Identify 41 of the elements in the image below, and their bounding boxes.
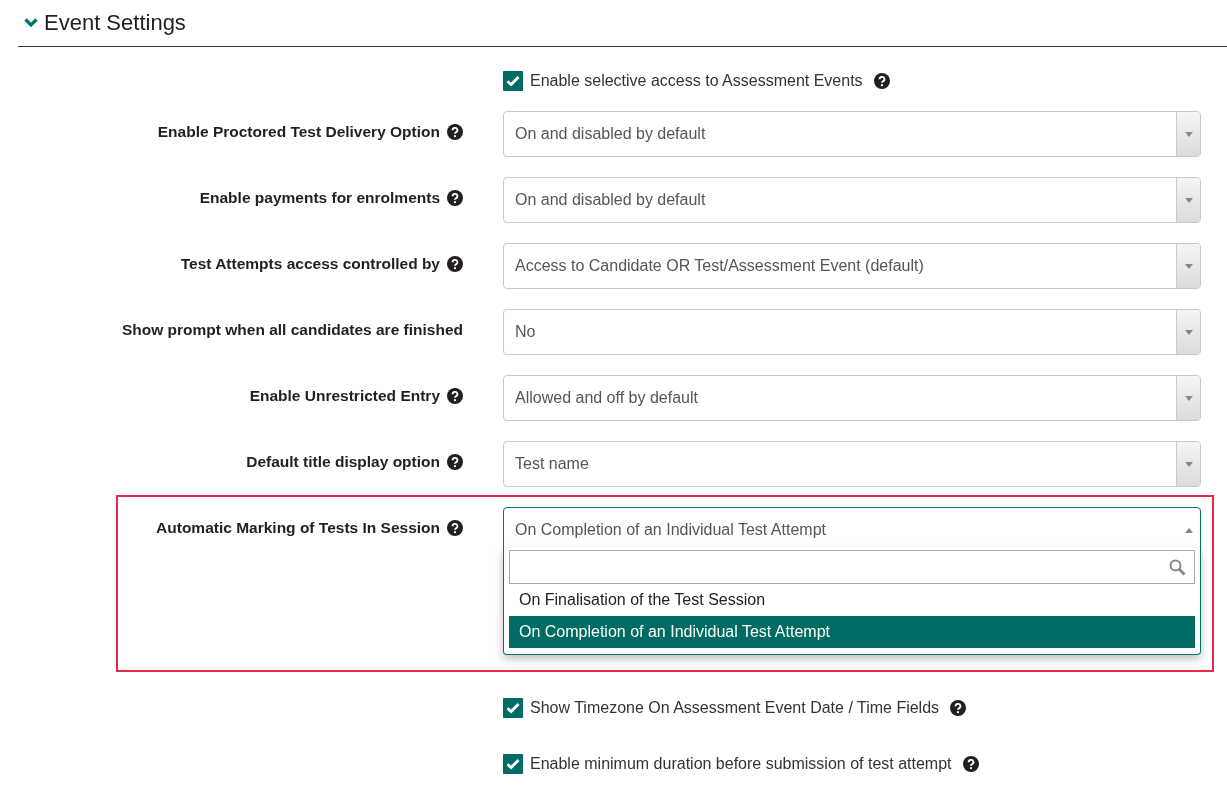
field-label: Test Attempts access controlled by xyxy=(180,255,440,273)
caret-down-icon xyxy=(1184,461,1193,467)
help-icon[interactable] xyxy=(447,454,463,470)
field-label: Show prompt when all candidates are finished xyxy=(121,321,463,339)
field-label: Default title display option xyxy=(246,453,440,471)
help-icon[interactable] xyxy=(873,73,890,89)
checkbox-label: Show Timezone On Assessment Event Date / Time Fields xyxy=(530,699,940,717)
checkbox[interactable] xyxy=(503,754,523,774)
help-icon[interactable] xyxy=(447,520,463,536)
help-icon[interactable] xyxy=(447,190,463,206)
dropdown-select[interactable]: Allowed and off by default xyxy=(503,375,1201,421)
search-field[interactable] xyxy=(509,550,1195,584)
search-icon xyxy=(1169,558,1186,576)
help-icon[interactable] xyxy=(447,256,463,272)
caret-down-icon xyxy=(1184,197,1193,203)
dropdown-option[interactable]: On Completion of an Individual Test Attempt xyxy=(509,616,1195,648)
section-title: Event Settings xyxy=(44,10,186,36)
caret-up-icon xyxy=(1184,527,1193,533)
caret-down-icon xyxy=(1184,131,1193,137)
help-icon[interactable] xyxy=(447,124,463,140)
dropdown-select[interactable]: On and disabled by default xyxy=(503,111,1201,157)
field-label: Automatic Marking of Tests In Session xyxy=(156,519,440,537)
dropdown-select[interactable]: Access to Candidate OR Test/Assessment Event (default) xyxy=(503,243,1201,289)
dropdown-select[interactable]: On and disabled by default xyxy=(503,177,1201,223)
dropdown-select[interactable]: No xyxy=(503,309,1201,355)
chevron-down-icon[interactable] xyxy=(24,18,38,28)
checkbox-label: Enable selective access to Assessment Events xyxy=(530,72,863,90)
dropdown-select[interactable]: Test name xyxy=(503,441,1201,487)
dropdown-option[interactable]: On Finalisation of the Test Session xyxy=(509,584,1195,616)
checkbox[interactable] xyxy=(503,71,523,91)
help-icon[interactable] xyxy=(950,700,967,716)
checkbox[interactable] xyxy=(503,698,523,718)
caret-down-icon xyxy=(1184,263,1193,269)
help-icon[interactable] xyxy=(962,756,979,772)
field-label: Enable payments for enrolments xyxy=(199,189,440,207)
field-label: Enable Unrestricted Entry xyxy=(249,387,440,405)
checkbox-label: Enable minimum duration before submission of test attempt xyxy=(530,755,952,773)
caret-down-icon xyxy=(1184,329,1193,335)
field-label: Enable Proctored Test Delivery Option xyxy=(157,123,440,141)
help-icon[interactable] xyxy=(447,388,463,404)
caret-down-icon xyxy=(1184,395,1193,401)
